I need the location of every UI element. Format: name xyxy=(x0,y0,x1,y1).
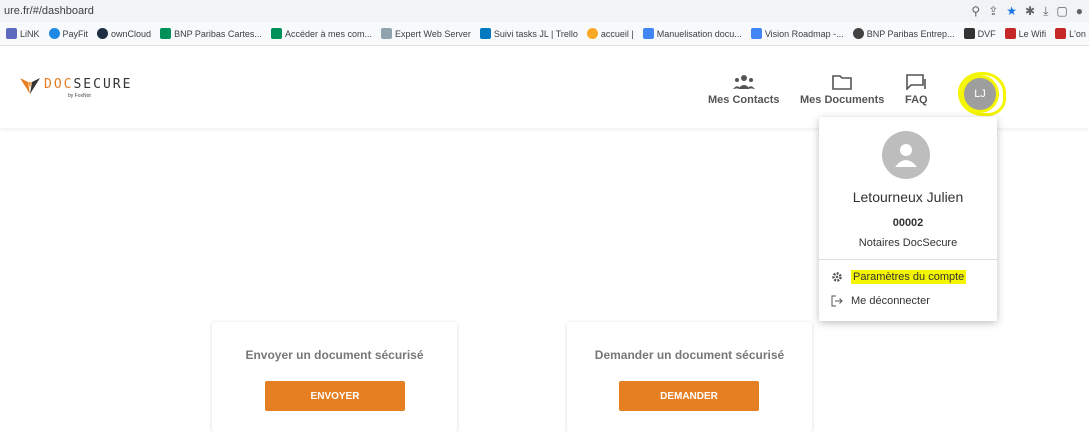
side-panel-icon[interactable]: ▢ xyxy=(1056,4,1067,18)
bookmark-favicon-icon xyxy=(642,28,654,39)
bookmarks-bar: LiNK PayFit ownCloud BNP Paribas Cartes.… xyxy=(0,22,1089,46)
browser-toolbar-icons: ⚲ ⇪ ★ ✱ ⤓ ▢ ● xyxy=(971,0,1089,22)
bookmark-item[interactable]: PayFit xyxy=(48,28,88,39)
docsecure-logo[interactable]: DOCSECURE by FoxNot xyxy=(20,78,132,99)
bookmark-item[interactable]: LiNK xyxy=(6,28,40,39)
account-dropdown-menu: Letourneux Julien 00002 Notaires DocSecu… xyxy=(819,117,997,321)
zoom-icon[interactable]: ⚲ xyxy=(971,4,980,18)
chat-bubble-icon xyxy=(906,74,927,90)
bookmark-item[interactable]: Expert Web Server xyxy=(380,28,471,39)
send-card-title: Envoyer un document sécurisé xyxy=(245,348,424,362)
share-icon[interactable]: ⇪ xyxy=(988,4,998,18)
send-document-card: Envoyer un document sécurisé ENVOYER xyxy=(212,322,457,432)
bookmark-item[interactable]: BNP Paribas Cartes... xyxy=(160,28,262,39)
menu-divider xyxy=(819,259,997,260)
bookmark-star-icon[interactable]: ★ xyxy=(1006,4,1017,18)
bookmark-favicon-icon xyxy=(160,28,172,39)
bookmark-item[interactable]: Le Wifi xyxy=(1004,28,1046,39)
logout-icon xyxy=(831,295,843,307)
person-icon xyxy=(895,144,917,167)
bookmark-item[interactable]: Accéder à mes com... xyxy=(270,28,372,39)
bookmark-favicon-icon xyxy=(1055,28,1067,39)
logo-doc-text: DOC xyxy=(44,77,74,92)
bookmark-item[interactable]: Suivi tasks JL | Trello xyxy=(479,28,578,39)
bookmark-favicon-icon xyxy=(48,28,60,39)
user-name: Letourneux Julien xyxy=(852,189,964,205)
send-button[interactable]: ENVOYER xyxy=(265,381,405,411)
logo-secure-text: SECURE xyxy=(73,77,133,92)
bookmark-item[interactable]: Vision Roadmap -... xyxy=(750,28,844,39)
bookmark-favicon-icon xyxy=(97,28,109,39)
request-card-title: Demander un document sécurisé xyxy=(594,348,785,362)
bookmark-item[interactable]: L'on bo xyxy=(1055,28,1089,39)
bookmark-favicon-icon xyxy=(270,28,282,39)
nav-mes-contacts[interactable]: Mes Contacts xyxy=(708,74,780,106)
bookmark-favicon-icon xyxy=(852,28,864,39)
menu-item-account-settings[interactable]: Paramètres du compte xyxy=(831,270,967,284)
request-document-card: Demander un document sécurisé DEMANDER xyxy=(567,322,812,432)
nav-faq[interactable]: FAQ xyxy=(905,74,928,106)
bookmark-item[interactable]: accueil | xyxy=(586,28,634,39)
url-text[interactable]: ure.fr/#/dashboard xyxy=(4,5,94,17)
bookmark-favicon-icon xyxy=(6,28,17,39)
browser-url-bar[interactable]: ure.fr/#/dashboard ⚲ ⇪ ★ ✱ ⤓ ▢ ● xyxy=(0,0,1089,22)
user-avatar-button[interactable]: LJ xyxy=(964,78,996,110)
bookmark-favicon-icon xyxy=(479,28,491,39)
profile-avatar xyxy=(882,131,930,179)
folder-icon xyxy=(832,75,852,90)
bookmark-item[interactable]: ownCloud xyxy=(97,28,151,39)
bookmark-item[interactable]: DVF xyxy=(963,28,996,39)
nav-mes-documents[interactable]: Mes Documents xyxy=(800,74,884,106)
gear-icon xyxy=(832,272,842,282)
bookmark-item[interactable]: BNP Paribas Entrep... xyxy=(852,28,955,39)
extensions-icon[interactable]: ✱ xyxy=(1025,4,1035,18)
logo-subtitle: by FoxNot xyxy=(68,93,91,99)
fox-logo-icon xyxy=(20,78,40,94)
app-header: DOCSECURE by FoxNot Mes Contacts Mes Doc… xyxy=(0,46,1089,128)
bookmark-favicon-icon xyxy=(963,28,975,39)
contacts-icon xyxy=(732,75,755,89)
user-id: 00002 xyxy=(892,217,924,229)
bookmark-favicon-icon xyxy=(380,28,392,39)
user-organization: Notaires DocSecure xyxy=(858,237,958,249)
bookmark-item[interactable]: Manuelisation docu... xyxy=(642,28,742,39)
request-button[interactable]: DEMANDER xyxy=(619,381,759,411)
bookmark-favicon-icon xyxy=(1004,28,1016,39)
download-icon[interactable]: ⤓ xyxy=(1043,4,1048,19)
bookmark-favicon-icon xyxy=(586,28,598,39)
menu-item-logout[interactable]: Me déconnecter xyxy=(831,295,930,307)
bookmark-favicon-icon xyxy=(750,28,762,39)
profile-icon[interactable]: ● xyxy=(1076,4,1083,18)
